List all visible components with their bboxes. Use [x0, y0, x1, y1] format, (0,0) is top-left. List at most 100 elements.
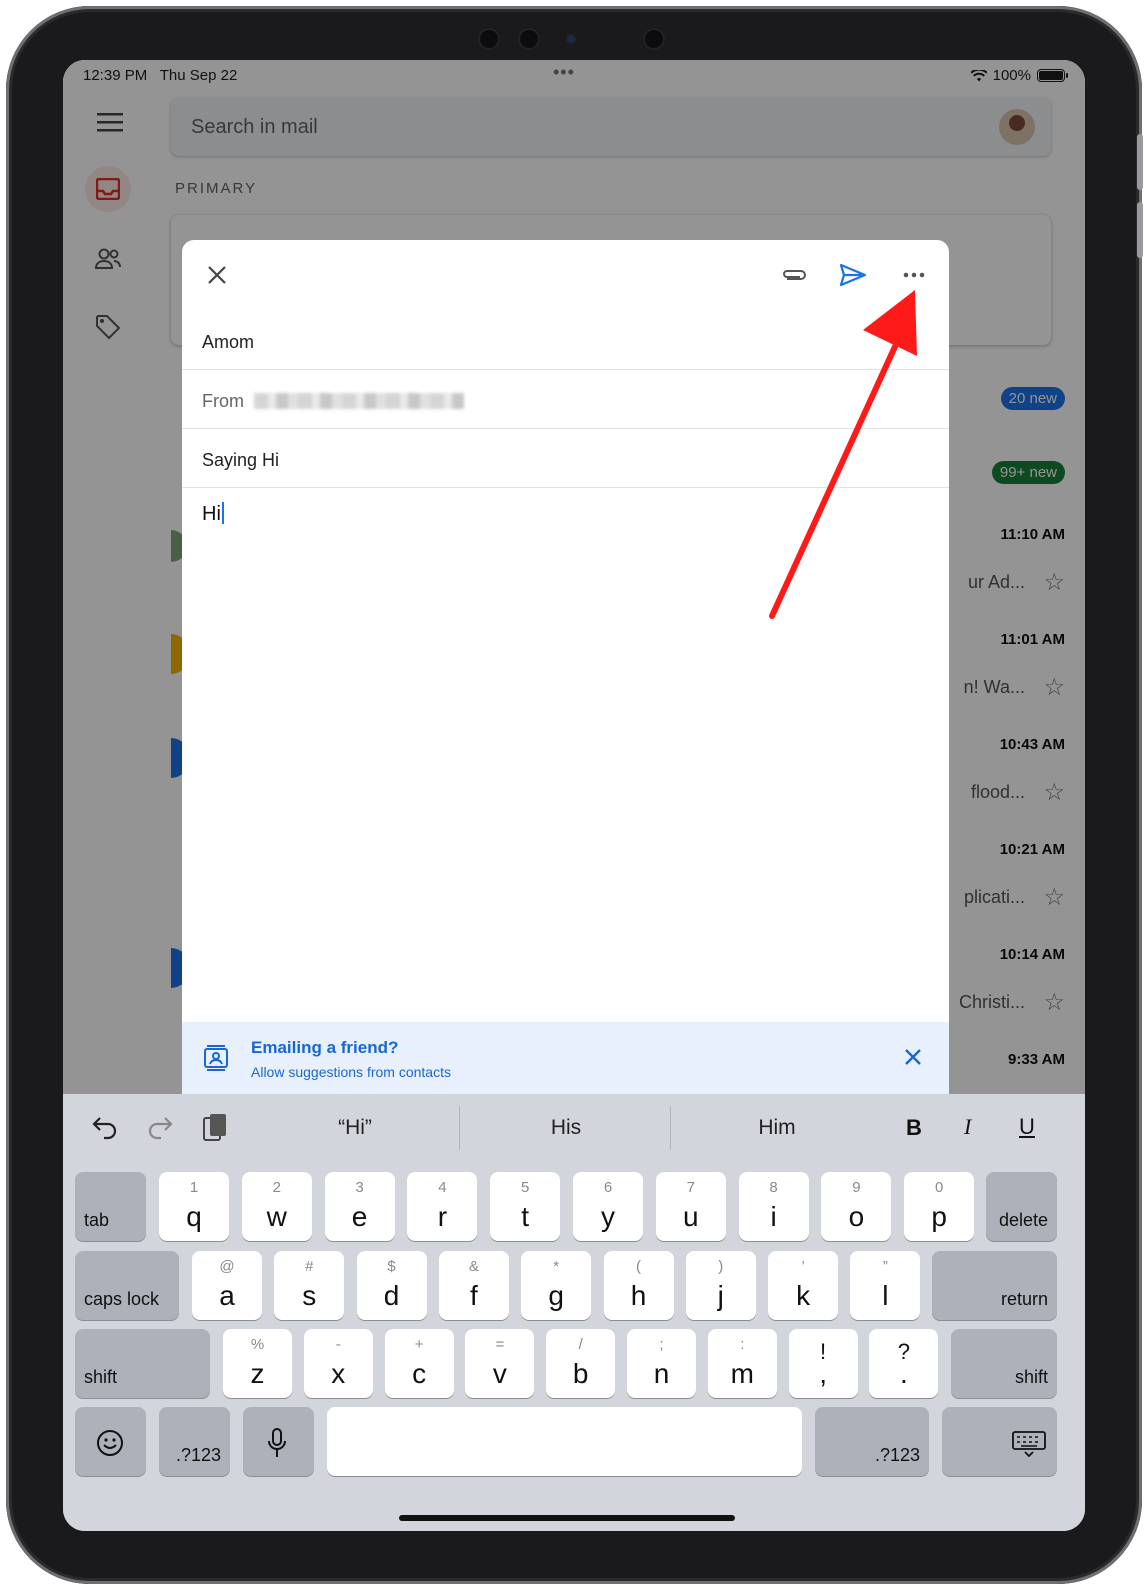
emoji-icon [97, 1430, 123, 1456]
key-label: d [383, 1280, 400, 1311]
key-label: k [796, 1280, 811, 1311]
key-label: b [572, 1358, 589, 1389]
suggestion-1[interactable]: “Hi” [255, 1116, 455, 1140]
suggestion-3[interactable]: Him [677, 1116, 877, 1140]
key-secondary-label: - [335, 1336, 341, 1353]
key-secondary-label: 2 [272, 1179, 281, 1196]
key-q[interactable]: 1q [159, 1172, 229, 1241]
key-label: r [437, 1201, 448, 1232]
key-t[interactable]: 5t [490, 1172, 561, 1241]
key-secondary-label: ” [882, 1258, 888, 1275]
key-label: l [882, 1280, 889, 1311]
emoji-key[interactable] [75, 1407, 146, 1476]
device-screen: Search in mail PRIMARY 20 new 99+ new 11… [63, 60, 1085, 1531]
numbers-key-left[interactable]: .?123 [159, 1407, 230, 1476]
key-label: g [548, 1280, 564, 1311]
key-comma[interactable]: !, [788, 1329, 858, 1398]
key-o[interactable]: 9o [821, 1172, 892, 1241]
key-w[interactable]: 2w [241, 1172, 312, 1241]
key-secondary-label: % [250, 1336, 265, 1353]
key-secondary-label: : [740, 1336, 745, 1353]
key-e[interactable]: 3e [324, 1172, 395, 1241]
paste-icon[interactable] [202, 1112, 228, 1147]
key-secondary-label: ’ [801, 1258, 805, 1275]
key-secondary-label: # [305, 1258, 314, 1275]
key-n[interactable]: ; n [627, 1329, 696, 1398]
key-f[interactable]: & f [438, 1251, 509, 1320]
key-x[interactable]: -x [303, 1329, 373, 1398]
key-secondary-label: ; [659, 1336, 664, 1353]
italic-button[interactable]: I [964, 1114, 971, 1140]
key-a[interactable]: @ a [192, 1251, 262, 1320]
key-label: c [412, 1358, 427, 1389]
key-secondary-label: ( [636, 1258, 641, 1275]
key-secondary-label: 7 [686, 1179, 695, 1196]
tab-key[interactable]: tab [75, 1172, 146, 1241]
key-label: n [653, 1358, 670, 1389]
left-shift-key[interactable]: shift [75, 1329, 210, 1398]
key-d[interactable]: $ d [356, 1251, 427, 1320]
key-label: w [266, 1201, 287, 1232]
key-l[interactable]: ” l [850, 1251, 921, 1320]
key-g[interactable]: * g [521, 1251, 592, 1320]
key-label: q [186, 1201, 202, 1232]
key-k[interactable]: ’ k [768, 1251, 839, 1320]
caps-lock-key[interactable]: caps lock [75, 1251, 179, 1320]
suggestion-separator [670, 1106, 671, 1150]
suggestion-2[interactable]: His [466, 1116, 666, 1140]
key-j[interactable]: ) j [685, 1251, 756, 1320]
numbers-key-right[interactable]: .?123 [815, 1407, 929, 1476]
key-v[interactable]: = v [465, 1329, 535, 1398]
return-key[interactable]: return [932, 1251, 1057, 1320]
home-indicator [399, 1515, 735, 1521]
on-screen-keyboard: “Hi” His Him B I U tab delete 1q2w3e4r5t… [63, 1094, 1085, 1531]
space-bar[interactable] [327, 1407, 802, 1476]
right-shift-key[interactable]: shift [951, 1329, 1057, 1398]
delete-key[interactable]: delete [986, 1172, 1057, 1241]
volume-down-button [1137, 202, 1143, 258]
undo-icon[interactable] [91, 1114, 119, 1145]
key-r[interactable]: 4r [407, 1172, 478, 1241]
bold-button[interactable]: B [906, 1115, 922, 1141]
key-c[interactable]: + c [384, 1329, 454, 1398]
key-secondary-label: = [495, 1336, 505, 1353]
key-m[interactable]: :m [707, 1329, 777, 1398]
key-b[interactable]: / b [546, 1329, 616, 1398]
key-secondary-label: 6 [603, 1179, 613, 1196]
key-s[interactable]: # s [274, 1251, 345, 1320]
key-h[interactable]: (h [603, 1251, 674, 1320]
annotation-arrow [769, 290, 917, 619]
key-label: m [730, 1358, 754, 1389]
key-secondary-label: 9 [852, 1179, 861, 1196]
redo-icon[interactable] [146, 1114, 174, 1145]
key-secondary-label: 4 [438, 1179, 447, 1196]
key-label: o [848, 1201, 865, 1232]
key-label: s [302, 1280, 317, 1311]
key-secondary-label: * [553, 1258, 560, 1275]
key-label: p [931, 1201, 947, 1232]
keyboard-dismiss-icon [1012, 1431, 1046, 1457]
key-label: h [630, 1280, 647, 1311]
key-period[interactable]: ?. [869, 1329, 939, 1398]
key-label: v [492, 1358, 507, 1389]
key-secondary-label: 3 [355, 1179, 364, 1196]
key-z[interactable]: % z [223, 1329, 292, 1398]
key-secondary-label: + [414, 1336, 424, 1353]
dictation-key[interactable] [243, 1407, 314, 1476]
key-u[interactable]: 7u [655, 1172, 726, 1241]
key-label: i [770, 1201, 777, 1232]
key-label: x [331, 1358, 346, 1389]
key-label: e [351, 1201, 368, 1232]
key-label: f [470, 1280, 478, 1311]
key-p[interactable]: 0p [904, 1172, 975, 1241]
key-label: t [521, 1201, 530, 1232]
key-label: z [250, 1358, 265, 1389]
key-i[interactable]: 8i [738, 1172, 809, 1241]
key-y[interactable]: 6y [573, 1172, 643, 1241]
camera-housing [478, 26, 708, 52]
key-secondary-label: 8 [769, 1179, 778, 1196]
key-secondary-label: & [468, 1258, 479, 1275]
underline-button[interactable]: U [1019, 1114, 1035, 1140]
key-label: , [819, 1358, 827, 1389]
hide-keyboard-key[interactable] [942, 1407, 1057, 1476]
